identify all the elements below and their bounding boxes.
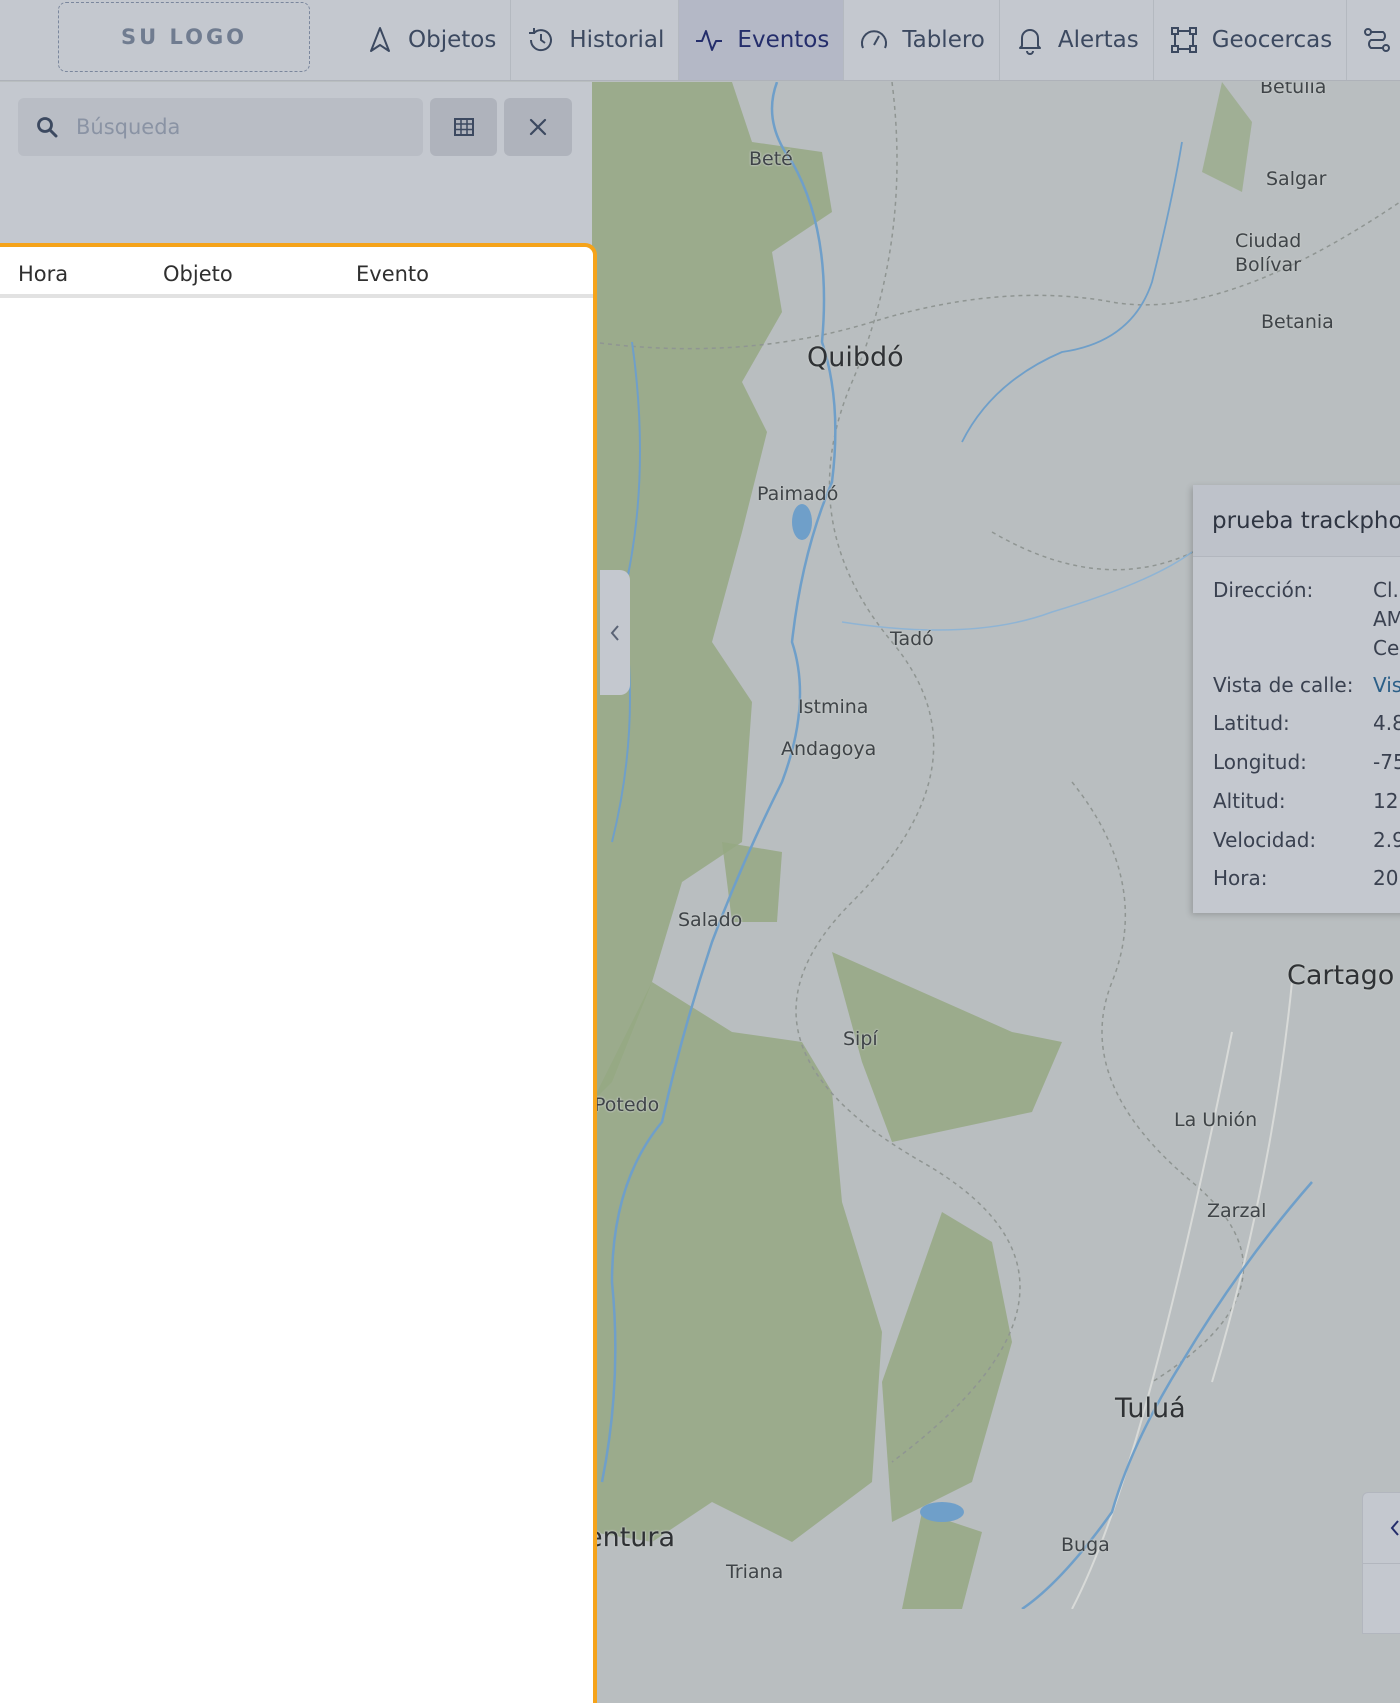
field-value-latitude: 4.8 (1373, 711, 1400, 735)
map-place-label: Andagoya (781, 738, 877, 760)
collapse-sidebar-button[interactable] (600, 570, 630, 695)
map-place-label: Buga (1061, 1534, 1110, 1556)
map-place-label: Salgar (1266, 168, 1327, 190)
field-value-address: Ce (1373, 636, 1400, 660)
bell-icon (1018, 29, 1041, 55)
main-nav: Objetos Historial Eventos Tablero Alerta… (350, 0, 1400, 81)
map-place-label: Tadó (890, 628, 934, 650)
events-table-header: Hora Objeto Evento (0, 247, 593, 298)
events-table-panel: Hora Objeto Evento (0, 243, 597, 1703)
object-info-popup: prueba trackpho Dirección: Cl. AM Ce Vis… (1193, 485, 1400, 913)
divider (1363, 1563, 1400, 1564)
map-place-label: Zarzal (1207, 1200, 1267, 1222)
map-place-label: Istmina (798, 696, 869, 718)
nav-item-label: Tablero (902, 27, 985, 53)
nav-item-tablero[interactable]: Tablero (844, 0, 1000, 80)
map-place-label: Quibdó (807, 342, 904, 373)
field-value-address: AM (1373, 607, 1400, 631)
popup-title: prueba trackpho (1193, 485, 1400, 557)
close-icon (529, 118, 547, 136)
nav-item-label: Eventos (737, 27, 830, 53)
field-value-speed: 2.9 (1373, 828, 1400, 852)
map-place-label: Betania (1261, 311, 1334, 333)
navigation-arrow-icon (370, 27, 390, 52)
field-value-longitude: -75 (1373, 750, 1400, 774)
events-sidebar: Hora Objeto Evento (0, 82, 597, 1703)
map-place-label: La Unión (1174, 1109, 1258, 1131)
nav-item-alertas[interactable]: Alertas (1000, 0, 1154, 80)
nav-item-r[interactable]: R (1347, 0, 1400, 80)
chevron-left-icon (610, 624, 619, 641)
field-label: Velocidad: (1213, 828, 1317, 852)
top-navigation-bar: SU LOGO Objetos Historial Eventos Tabler… (0, 0, 1400, 85)
nav-item-eventos[interactable]: Eventos (679, 0, 845, 80)
field-label: Vista de calle: (1213, 673, 1354, 697)
field-label: Longitud: (1213, 750, 1307, 774)
map-place-label: Tuluá (1115, 1393, 1186, 1424)
search-box[interactable] (18, 98, 423, 156)
map-place-label: Triana (726, 1561, 784, 1583)
logo-placeholder[interactable]: SU LOGO (58, 2, 310, 72)
nav-item-objetos[interactable]: Objetos (350, 0, 512, 80)
street-view-link[interactable]: Vis (1373, 673, 1400, 697)
nav-item-historial[interactable]: Historial (511, 0, 680, 80)
chevron-left-icon (1390, 1520, 1399, 1536)
column-header-hora[interactable]: Hora (18, 262, 68, 286)
map-place-label: Betulia (1260, 82, 1327, 98)
map-place-label: Paimadó (757, 483, 839, 505)
geofence-square-icon (1170, 27, 1197, 53)
map-place-label: Cartago (1287, 960, 1395, 991)
field-label: Latitud: (1213, 711, 1290, 735)
nav-item-geocercas[interactable]: Geocercas (1154, 0, 1348, 80)
map-place-label: Salado (678, 909, 743, 931)
map-place-label: Potedo (594, 1094, 660, 1116)
gauge-icon (861, 30, 888, 49)
map-place-label: Beté (749, 148, 793, 170)
map-control-panel[interactable] (1362, 1492, 1400, 1634)
table-grid-icon (453, 118, 474, 136)
route-icon (1364, 28, 1391, 52)
logo-text: SU LOGO (120, 25, 248, 49)
nav-item-label: Alertas (1057, 27, 1139, 53)
search-icon (37, 117, 58, 138)
column-header-objeto[interactable]: Objeto (163, 262, 233, 286)
field-label: Altitud: (1213, 789, 1286, 813)
field-value-time: 20 (1373, 866, 1399, 890)
field-label: Hora: (1213, 866, 1268, 890)
activity-pulse-icon (696, 30, 723, 51)
map-place-label: Bolívar (1235, 254, 1301, 276)
map-place-label: Sipí (843, 1028, 878, 1050)
history-clock-icon (529, 28, 553, 52)
nav-item-label: Historial (569, 27, 665, 53)
table-view-button[interactable] (430, 98, 497, 156)
field-label: Dirección: (1213, 578, 1314, 602)
map-place-label: Ciudad (1235, 230, 1302, 252)
nav-item-label: Objetos (408, 27, 497, 53)
search-input[interactable] (74, 114, 398, 140)
column-header-evento[interactable]: Evento (356, 262, 429, 286)
field-value-altitude: 12 (1373, 789, 1399, 813)
map-place-label: entura (592, 1522, 676, 1553)
nav-item-label: Geocercas (1211, 27, 1333, 53)
close-button[interactable] (504, 98, 572, 156)
field-value-address: Cl. (1373, 578, 1399, 602)
